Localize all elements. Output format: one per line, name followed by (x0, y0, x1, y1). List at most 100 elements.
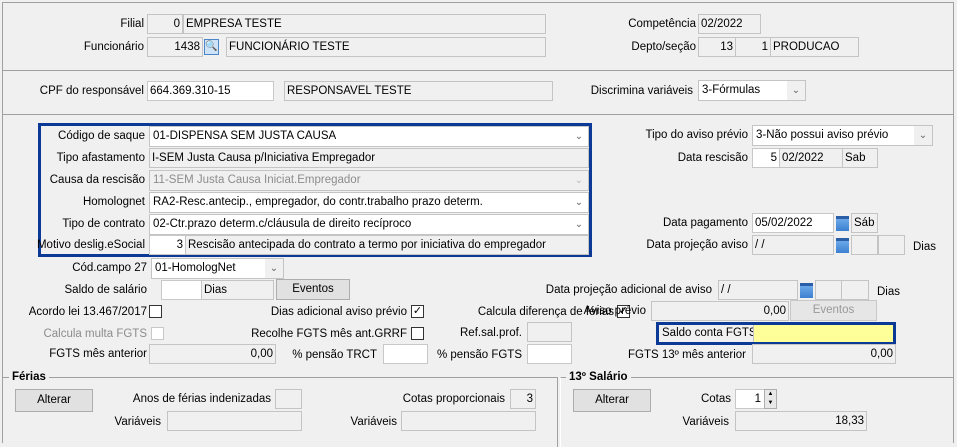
cod-campo27-label: Cód.campo 27 (72, 262, 147, 274)
chevron-down-icon[interactable]: ⌄ (787, 81, 805, 100)
fgts-mes-ant-field: 0,00 (149, 344, 276, 364)
decimo-cotas-input[interactable]: 1 (735, 389, 765, 409)
motivo-description: Rescisão antecipada do contrato a termo … (185, 235, 589, 255)
recolhe-fgts-label: Recolhe FGTS mês ant.GRRF (251, 328, 407, 340)
tipo-aviso-value: 3-Não possui aviso prévio (756, 129, 889, 141)
cotas-proporcionais-field: 3 (510, 389, 536, 409)
chevron-down-icon[interactable]: ⌄ (570, 215, 588, 234)
chevron-down-icon: ⌄ (570, 171, 588, 190)
discrimina-label: Discrimina variáveis (590, 85, 693, 97)
chevron-down-icon[interactable]: ⌄ (570, 193, 588, 212)
ferias-variaveis-label: Variáveis (114, 416, 161, 428)
data-projecao-box2 (878, 235, 905, 255)
chevron-down-icon[interactable]: ⌄ (914, 126, 932, 145)
homolognet-select[interactable]: RA2-Resc.antecip., empregador, do contr.… (149, 192, 589, 213)
pensao-trct-input[interactable] (383, 344, 428, 364)
causa-label: Causa da rescisão (49, 174, 145, 186)
saldo-salario-label: Saldo de salário (64, 284, 147, 296)
anos-ferias-label: Anos de férias indenizadas (132, 393, 271, 405)
dias-label: Dias (913, 241, 937, 253)
search-icon[interactable]: 🔍 (204, 39, 219, 55)
calendar-icon[interactable] (836, 216, 849, 231)
tipo-contrato-value: 02-Ctr.prazo determ.c/cláusula de direit… (153, 218, 412, 230)
causa-select: 11-SEM Justa Causa Iniciat.Empregador ⌄ (149, 170, 589, 191)
cod-campo27-select[interactable]: 01-HomologNet ⌄ (151, 258, 284, 279)
acordo-label: Acordo lei 13.467/2017 (28, 306, 147, 318)
fgts-13-field: 0,00 (752, 344, 896, 364)
decimo-alterar-button[interactable]: Alterar (573, 389, 651, 412)
calendar-icon[interactable] (800, 283, 813, 298)
decimo-variaveis-field: 18,33 (735, 411, 867, 431)
funcionario-label: Funcionário (83, 41, 144, 53)
fgts-13-label: FGTS 13º mês anterior (628, 349, 746, 361)
separator (3, 70, 953, 71)
tipo-contrato-select[interactable]: 02-Ctr.prazo determ.c/cláusula de direit… (149, 214, 589, 235)
aviso-previo-label: Aviso prévio (583, 305, 646, 317)
secao-field: 1 (735, 37, 771, 57)
chevron-down-icon[interactable]: ⌄ (570, 127, 588, 146)
data-pagamento-input[interactable]: 05/02/2022 (752, 213, 834, 233)
data-rescisao-label: Data rescisão (677, 152, 748, 164)
pensao-fgts-input[interactable] (527, 344, 572, 364)
data-projecao-label: Data projeção aviso (646, 239, 748, 251)
motivo-code-input[interactable]: 3 (149, 235, 186, 255)
dias-adicional-checkbox[interactable]: ✓ (411, 305, 424, 318)
calendar-icon[interactable] (836, 238, 849, 253)
eventos-button[interactable]: Eventos (276, 279, 350, 300)
ref-sal-field (527, 322, 572, 342)
ferias-variaveis-field-1 (167, 411, 302, 431)
dias-label: Dias (877, 286, 901, 298)
saldo-salario-input[interactable] (161, 280, 202, 300)
separator (3, 114, 953, 115)
causa-value: 11-SEM Justa Causa Iniciat.Empregador (153, 174, 361, 186)
filial-name: EMPRESA TESTE (183, 14, 546, 34)
data-proj-adicional-box2 (841, 280, 869, 300)
saldo-salario-dias: Dias (201, 280, 274, 300)
arrow-down-icon[interactable]: ▼ (765, 399, 776, 408)
tipo-afastamento-field: I-SEM Justa Causa p/Iniciativa Empregado… (149, 148, 589, 168)
data-proj-adicional-field: / / (718, 280, 798, 300)
codigo-saque-value: 01-DISPENSA SEM JUSTA CAUSA (153, 130, 337, 142)
chevron-down-icon[interactable]: ⌄ (265, 259, 283, 278)
funcionario-code[interactable]: 1438 (147, 37, 203, 57)
acordo-checkbox[interactable] (149, 305, 162, 318)
data-projecao-box1 (851, 235, 878, 255)
decimo-title: 13º Salário (566, 370, 631, 384)
aviso-eventos-button: Eventos (790, 300, 877, 321)
cotas-proporcionais-label: Cotas proporcionais (402, 393, 505, 405)
homolognet-value: RA2-Resc.antecip., empregador, do contr.… (153, 196, 483, 208)
competencia-field: 02/2022 (698, 14, 761, 34)
cod-campo27-value: 01-HomologNet (155, 262, 236, 274)
saldo-fgts-input[interactable] (753, 325, 893, 342)
competencia-label: Competência (628, 18, 696, 30)
pensao-trct-label: % pensão TRCT (292, 349, 377, 361)
homolognet-label: Homolognet (82, 196, 145, 208)
ferias-alterar-button[interactable]: Alterar (15, 389, 93, 412)
codigo-saque-select[interactable]: 01-DISPENSA SEM JUSTA CAUSA ⌄ (149, 126, 589, 147)
responsavel-name: RESPONSAVEL TESTE (284, 81, 553, 101)
decimo-cotas-label: Cotas (700, 393, 731, 405)
data-rescisao-dia-input[interactable]: 5 (752, 148, 780, 168)
cpf-input[interactable]: 664.369.310-15 (147, 81, 274, 101)
data-pagamento-label: Data pagamento (662, 217, 748, 229)
data-proj-adicional-label: Data projeção adicional de aviso (545, 284, 712, 296)
codigo-saque-label: Código de saque (58, 130, 145, 142)
motivo-label: Motivo deslig.eSocial (36, 239, 145, 251)
ferias-variaveis-label-2: Variáveis (350, 416, 397, 428)
dias-adicional-label: Dias adicional aviso prévio (270, 306, 407, 318)
tipo-afastamento-label: Tipo afastamento (56, 152, 145, 164)
discrimina-value: 3-Fórmulas (702, 84, 761, 96)
data-pagamento-semana: Sáb (851, 213, 878, 233)
cpf-label: CPF do responsável (39, 85, 144, 97)
recolhe-fgts-checkbox[interactable] (411, 327, 424, 340)
cotas-spinner[interactable]: ▲ ▼ (764, 389, 777, 409)
depto-field: 13 (698, 37, 736, 57)
data-proj-adicional-box1 (815, 280, 842, 300)
arrow-up-icon[interactable]: ▲ (765, 390, 776, 399)
saldo-fgts-label: Saldo conta FGTS (662, 327, 757, 339)
discrimina-select[interactable]: 3-Fórmulas ⌄ (698, 80, 806, 101)
tipo-aviso-select[interactable]: 3-Não possui aviso prévio ⌄ (752, 125, 933, 146)
filial-code: 0 (147, 14, 183, 34)
pensao-fgts-label: % pensão FGTS (436, 349, 522, 361)
tipo-contrato-label: Tipo de contrato (62, 218, 145, 230)
